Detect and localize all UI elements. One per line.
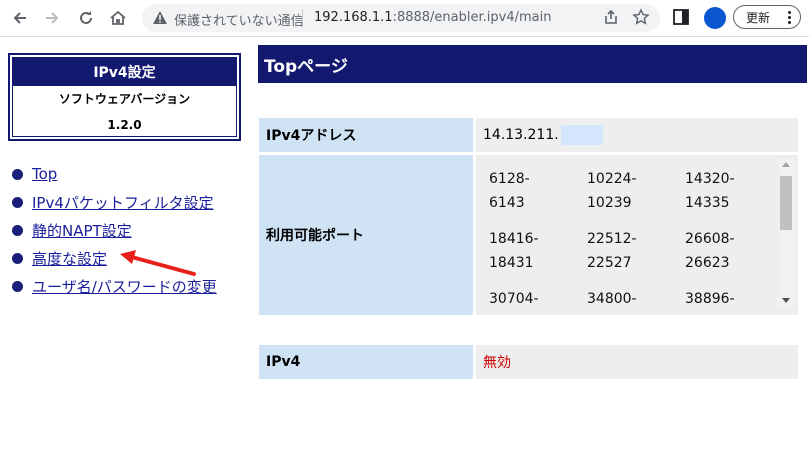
- warning-triangle-icon: [152, 10, 168, 29]
- nav-link-packet-filter[interactable]: IPv4パケットフィルタ設定: [32, 192, 214, 213]
- bullet-icon: [12, 252, 23, 264]
- port-range-end: 6143: [489, 195, 525, 211]
- ports-scrollbar[interactable]: [778, 158, 794, 308]
- scrollbar-thumb[interactable]: [780, 176, 792, 230]
- port-range-start: 14320-: [685, 171, 735, 187]
- bullet-icon: [12, 280, 23, 292]
- ipv4-address-cell: 14.13.211.: [476, 118, 798, 152]
- reload-icon: [80, 11, 92, 24]
- port-range: 30704-: [489, 287, 587, 311]
- sidebar-nav: Top IPv4パケットフィルタ設定 静的NAPT設定 高度な設定 ユーザ名/パ…: [12, 160, 217, 300]
- address-bar[interactable]: 保護されていない通信 192.168.1.1:8888/enabler.ipv4…: [142, 4, 660, 32]
- port-range: 34800-: [587, 287, 685, 311]
- port-range: 6128- 6143: [489, 167, 587, 215]
- update-button[interactable]: 更新: [733, 5, 801, 29]
- port-range-start: 38896-: [685, 291, 735, 307]
- ipv4-status-label: IPv4: [259, 345, 473, 379]
- page-title: Topページ: [258, 45, 807, 83]
- back-arrow-icon: [13, 12, 26, 24]
- port-range: 18416- 18431: [489, 227, 587, 275]
- software-version-value: 1.2.0: [107, 118, 142, 132]
- more-menu-icon: [788, 11, 791, 26]
- forward-button[interactable]: [40, 6, 64, 30]
- port-range: 14320- 14335: [685, 167, 783, 215]
- side-panel-icon[interactable]: [672, 8, 690, 30]
- ip-redaction-mask: [560, 125, 603, 145]
- nav-item-static-napt: 静的NAPT設定: [12, 216, 217, 244]
- port-range-start: 26608-: [685, 231, 735, 247]
- port-range-end: 26623: [685, 255, 730, 271]
- url-path: :8888/enabler.ipv4/main: [392, 10, 552, 25]
- port-range-end: 14335: [685, 195, 730, 211]
- nav-link-advanced-settings[interactable]: 高度な設定: [32, 248, 107, 269]
- scroll-up-icon[interactable]: [782, 162, 790, 167]
- security-status-text[interactable]: 保護されていない通信: [174, 10, 304, 29]
- ipv4-status-value: 無効: [483, 355, 511, 371]
- ports-grid: 6128- 6143 10224- 10239 14320- 14335 18416- 184…: [489, 167, 783, 311]
- reload-button[interactable]: [74, 6, 98, 30]
- port-range: 38896-: [685, 287, 783, 311]
- port-range-start: 30704-: [489, 291, 539, 307]
- bullet-icon: [12, 196, 23, 208]
- share-icon[interactable]: [602, 8, 620, 30]
- profile-avatar[interactable]: [704, 7, 726, 29]
- settings-box-title: IPv4設定: [13, 58, 236, 86]
- scroll-down-icon[interactable]: [782, 298, 790, 303]
- port-range: 22512- 22527: [587, 227, 685, 275]
- address-divider: [302, 9, 303, 27]
- port-range-end: 10239: [587, 195, 632, 211]
- annotation-arrow-icon: [120, 250, 196, 276]
- ipv4-status-cell: 無効: [476, 345, 798, 379]
- bullet-icon: [12, 168, 23, 180]
- available-ports-label: 利用可能ポート: [259, 155, 473, 315]
- ipv4-address-value: 14.13.211.: [483, 127, 559, 143]
- available-ports-list[interactable]: 6128- 6143 10224- 10239 14320- 14335 18416- 184…: [476, 155, 798, 315]
- port-range-start: 18416-: [489, 231, 539, 247]
- port-range-start: 10224-: [587, 171, 637, 187]
- port-range-end: 18431: [489, 255, 534, 271]
- forward-arrow-icon: [46, 12, 59, 24]
- url-text[interactable]: 192.168.1.1:8888/enabler.ipv4/main: [314, 10, 551, 25]
- url-host: 192.168.1.1: [314, 10, 393, 25]
- nav-link-static-napt[interactable]: 静的NAPT設定: [32, 220, 132, 241]
- software-version-label: ソフトウェアバージョン: [58, 92, 191, 106]
- bookmark-star-icon[interactable]: [632, 8, 650, 30]
- nav-item-top: Top: [12, 160, 217, 188]
- ipv4-address-label: IPv4アドレス: [259, 118, 473, 152]
- port-range-end: 22527: [587, 255, 632, 271]
- ipv4-settings-box: IPv4設定 ソフトウェアバージョン 1.2.0: [8, 53, 241, 141]
- port-range: 10224- 10239: [587, 167, 685, 215]
- nav-link-top[interactable]: Top: [32, 165, 57, 183]
- port-range-start: 34800-: [587, 291, 637, 307]
- home-button[interactable]: [106, 6, 130, 30]
- browser-toolbar: 保護されていない通信 192.168.1.1:8888/enabler.ipv4…: [0, 0, 809, 37]
- nav-item-packet-filter: IPv4パケットフィルタ設定: [12, 188, 217, 216]
- back-button[interactable]: [8, 6, 32, 30]
- home-icon: [110, 10, 126, 25]
- nav-link-change-credentials[interactable]: ユーザ名/パスワードの変更: [32, 276, 217, 297]
- update-button-label: 更新: [746, 10, 771, 25]
- port-range: 26608- 26623: [685, 227, 783, 275]
- bullet-icon: [12, 224, 23, 236]
- port-range-start: 6128-: [489, 171, 530, 187]
- port-range-start: 22512-: [587, 231, 637, 247]
